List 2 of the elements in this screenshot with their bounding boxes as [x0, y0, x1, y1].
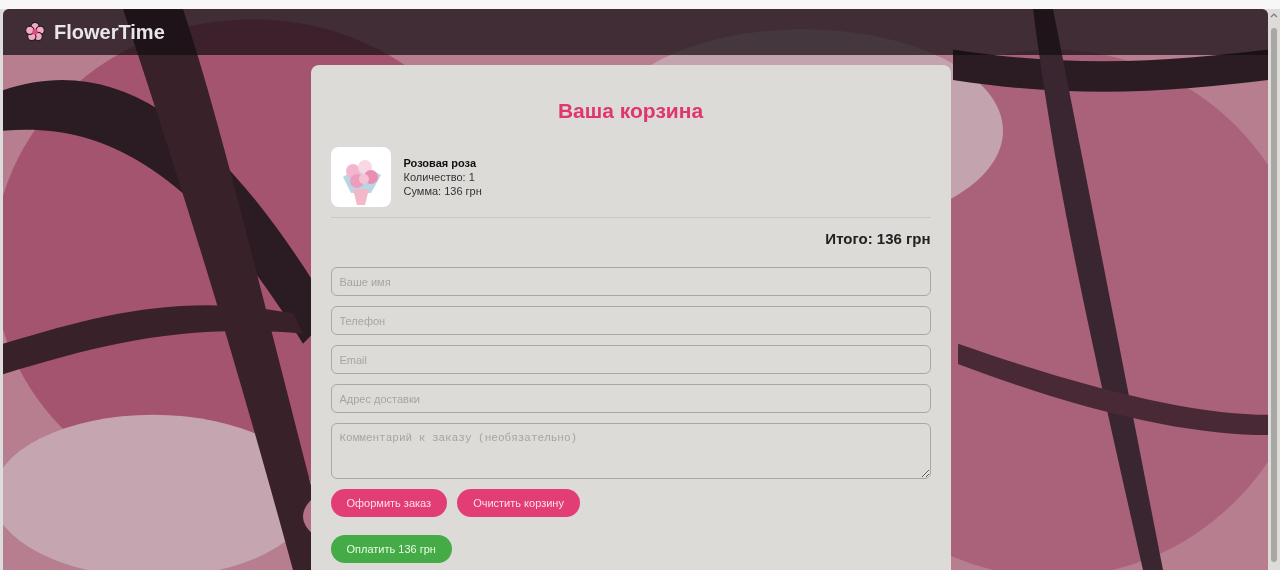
scrollbar-thumb[interactable] [1271, 28, 1277, 562]
scroll-up-icon[interactable] [1270, 13, 1278, 18]
